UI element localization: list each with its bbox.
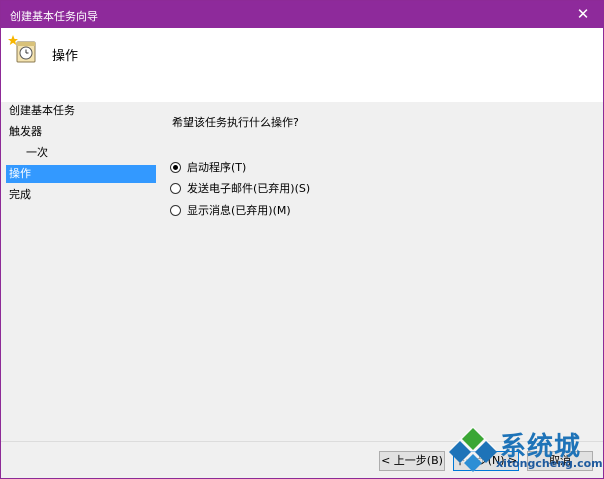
task-scheduler-clock-icon (8, 35, 36, 63)
step-create-basic-task[interactable]: 创建基本任务 (6, 102, 156, 120)
action-panel: 希望该任务执行什么操作? 启动程序(T) 发送电子邮件(已弃用)(S) 显示消息… (158, 102, 603, 442)
window-title: 创建基本任务向导 (10, 10, 98, 23)
wizard-header: 操作 (1, 28, 603, 102)
watermark: 系统城 xitongcheng.com (448, 422, 604, 478)
wizard-window: 创建基本任务向导 ✕ 操作 创建基本任务 触发器 一次 操作 完成 希望该任务执… (0, 0, 604, 479)
option-label[interactable]: 发送电子邮件(已弃用)(S) (187, 180, 310, 196)
radio-start-program[interactable] (170, 161, 181, 173)
option-start-program[interactable]: 启动程序(T) (170, 158, 246, 176)
option-show-message[interactable]: 显示消息(已弃用)(M) (170, 201, 291, 219)
option-label[interactable]: 显示消息(已弃用)(M) (187, 202, 291, 218)
title-bar[interactable]: 创建基本任务向导 ✕ (1, 1, 603, 28)
step-action[interactable]: 操作 (6, 165, 156, 183)
watermark-url: xitongcheng.com (496, 457, 603, 470)
step-finish[interactable]: 完成 (6, 186, 156, 204)
back-button[interactable]: < 上一步(B) (379, 451, 445, 471)
radio-show-message[interactable] (170, 204, 181, 216)
radio-send-email[interactable] (170, 182, 181, 194)
option-label[interactable]: 启动程序(T) (187, 159, 246, 175)
page-title: 操作 (52, 49, 79, 64)
option-send-email[interactable]: 发送电子邮件(已弃用)(S) (170, 179, 310, 197)
action-question: 希望该任务执行什么操作? (172, 116, 299, 129)
step-trigger-once[interactable]: 一次 (6, 144, 156, 162)
watermark-logo-icon (449, 426, 497, 472)
close-icon[interactable]: ✕ (563, 1, 603, 28)
step-trigger[interactable]: 触发器 (6, 123, 156, 141)
